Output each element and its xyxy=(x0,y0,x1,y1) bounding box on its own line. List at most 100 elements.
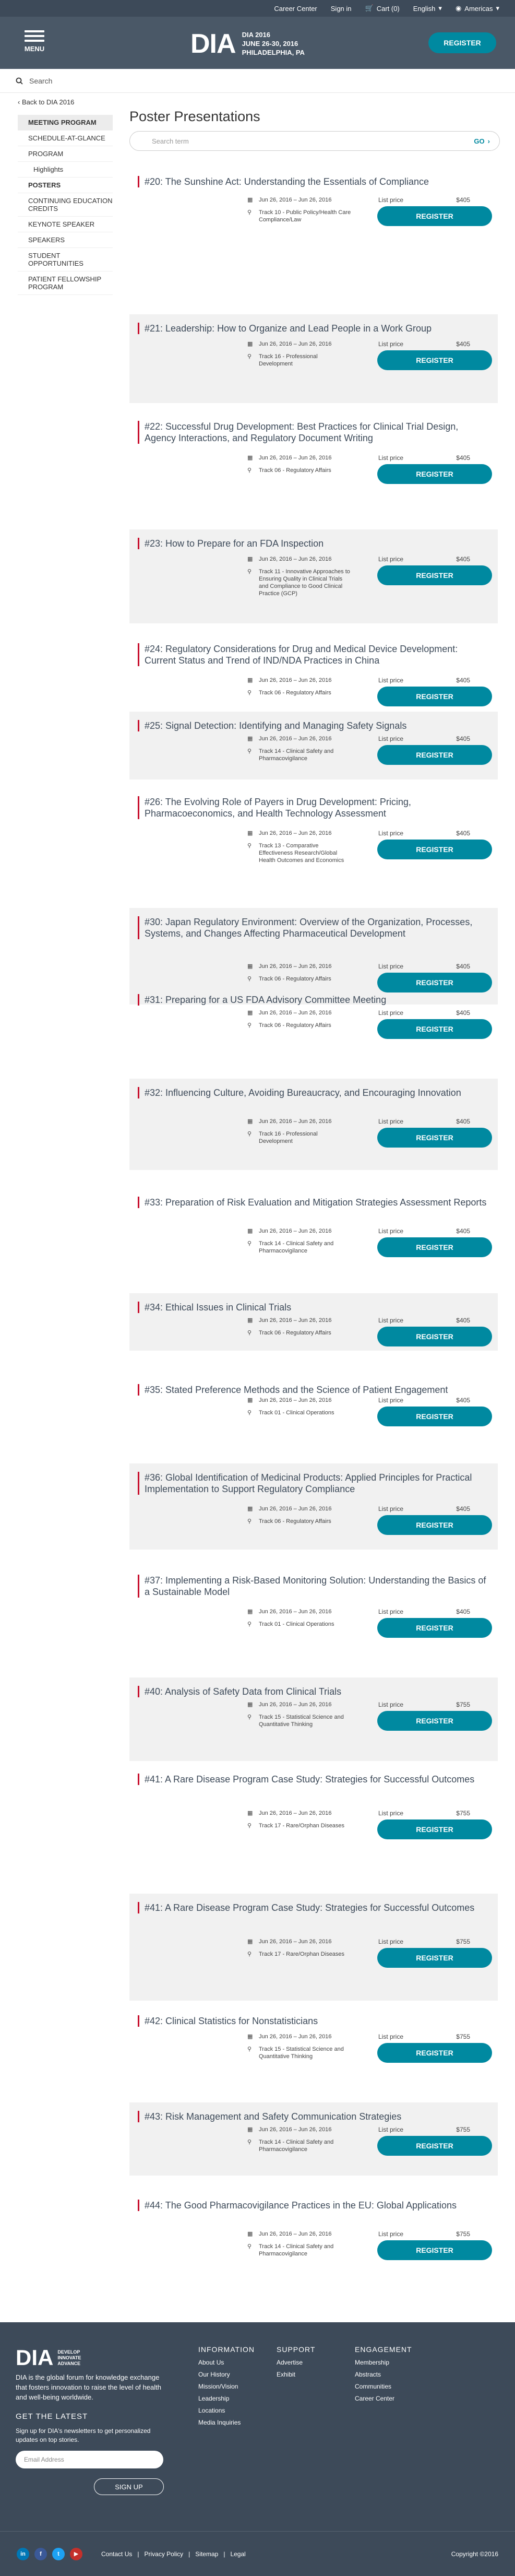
footer-link[interactable]: Mission/Vision xyxy=(198,2383,255,2390)
register-button[interactable]: REGISTER xyxy=(377,687,492,706)
sidebar-item[interactable]: STUDENT OPPORTUNITIES xyxy=(18,248,113,271)
poster-title[interactable]: #30: Japan Regulatory Environment: Overv… xyxy=(138,916,489,939)
back-link[interactable]: ‹ Back to DIA 2016 xyxy=(18,98,74,106)
poster-title[interactable]: #36: Global Identification of Medicinal … xyxy=(138,1472,489,1495)
calendar-icon: ▦ xyxy=(247,830,253,836)
sidebar-item[interactable]: PATIENT FELLOWSHIP PROGRAM xyxy=(18,271,113,295)
poster-title[interactable]: #41: A Rare Disease Program Case Study: … xyxy=(138,1774,489,1785)
poster-date: Jun 26, 2016 – Jun 26, 2016 xyxy=(259,1609,332,1615)
event-location: PHILADELPHIA, PA xyxy=(242,49,305,56)
footer-link[interactable]: Exhibit xyxy=(277,2371,315,2378)
poster-title[interactable]: #35: Stated Preference Methods and the S… xyxy=(138,1384,489,1396)
sign-up-button[interactable]: SIGN UP xyxy=(94,2478,164,2495)
footer-link[interactable]: Career Center xyxy=(355,2395,412,2402)
poster-title[interactable]: #33: Preparation of Risk Evaluation and … xyxy=(138,1197,489,1208)
register-button[interactable]: REGISTER xyxy=(377,840,492,859)
register-button[interactable]: REGISTER xyxy=(377,1128,492,1148)
footer-link[interactable]: Our History xyxy=(198,2371,255,2378)
footer-link[interactable]: Communities xyxy=(355,2383,412,2390)
register-button[interactable]: REGISTER xyxy=(377,1948,492,1968)
sidebar-item[interactable]: SCHEDULE-AT-GLANCE xyxy=(18,131,113,146)
register-button[interactable]: REGISTER xyxy=(377,2136,492,2156)
poster-title[interactable]: #31: Preparing for a US FDA Advisory Com… xyxy=(138,994,489,1006)
menu-button[interactable]: MENU xyxy=(19,30,50,53)
register-button[interactable]: REGISTER xyxy=(377,206,492,226)
sign-in-link[interactable]: Sign in xyxy=(331,5,352,13)
register-button[interactable]: REGISTER xyxy=(377,350,492,370)
footer-logo[interactable]: DIA DEVELOP INNOVATE ADVANCE xyxy=(16,2345,81,2370)
linkedin-icon[interactable]: in xyxy=(17,2547,29,2560)
cart-link[interactable]: 🛒 Cart (0) xyxy=(365,4,400,13)
go-button[interactable]: GO › xyxy=(474,137,490,145)
register-button[interactable]: REGISTER xyxy=(377,745,492,765)
sidebar-item[interactable]: POSTERS xyxy=(18,178,113,193)
sidebar-item[interactable]: PROGRAM xyxy=(18,146,113,162)
poster-track: Track 14 - Clinical Safety and Pharmacov… xyxy=(259,2139,334,2153)
register-button[interactable]: REGISTER xyxy=(377,2240,492,2260)
sidebar-item[interactable]: SPEAKERS xyxy=(18,232,113,248)
footer-bottom-link[interactable]: Contact Us xyxy=(101,2550,132,2558)
register-button[interactable]: REGISTER xyxy=(377,1711,492,1731)
header-register-button[interactable]: REGISTER xyxy=(428,32,496,53)
list-price-label: List price xyxy=(378,1608,404,1615)
register-button[interactable]: REGISTER xyxy=(377,464,492,484)
poster-title[interactable]: #44: The Good Pharmacovigilance Practice… xyxy=(138,2200,489,2211)
footer-link[interactable]: Leadership xyxy=(198,2395,255,2402)
chevron-down-icon: ▾ xyxy=(496,4,499,12)
footer-bottom-link[interactable]: Privacy Policy xyxy=(144,2550,183,2558)
search-input[interactable]: Search xyxy=(29,77,52,85)
sidebar-item[interactable]: CONTINUING EDUCATION CREDITS xyxy=(18,193,113,217)
register-button[interactable]: REGISTER xyxy=(377,1618,492,1638)
poster-title[interactable]: #43: Risk Management and Safety Communic… xyxy=(138,2111,489,2122)
event-logo[interactable]: DIA DIA 2016 JUNE 26-30, 2016 PHILADELPH… xyxy=(190,30,305,57)
site-search[interactable]: Search xyxy=(0,69,515,93)
poster-title[interactable]: #23: How to Prepare for an FDA Inspectio… xyxy=(138,538,489,549)
poster-card: #35: Stated Preference Methods and the S… xyxy=(129,1376,498,1441)
calendar-icon: ▦ xyxy=(247,2231,253,2237)
register-button[interactable]: REGISTER xyxy=(377,1819,492,1839)
youtube-icon[interactable]: ▶ xyxy=(70,2547,82,2560)
footer-link[interactable]: Advertise xyxy=(277,2359,315,2366)
register-button[interactable]: REGISTER xyxy=(377,1019,492,1039)
poster-search-input[interactable]: Search term xyxy=(152,137,189,145)
twitter-icon[interactable]: t xyxy=(52,2547,65,2560)
poster-title[interactable]: #22: Successful Drug Development: Best P… xyxy=(138,421,489,444)
register-button[interactable]: REGISTER xyxy=(377,565,492,585)
footer-bottom-link[interactable]: Sitemap xyxy=(195,2550,218,2558)
poster-search[interactable]: Search term GO › xyxy=(129,131,500,151)
poster-title[interactable]: #20: The Sunshine Act: Understanding the… xyxy=(138,176,489,187)
footer-link[interactable]: Membership xyxy=(355,2359,412,2366)
footer-link[interactable]: About Us xyxy=(198,2359,255,2366)
poster-title[interactable]: #42: Clinical Statistics for Nonstatisti… xyxy=(138,2015,489,2027)
email-field[interactable]: Email Address xyxy=(16,2451,163,2468)
language-select[interactable]: English ▾ xyxy=(413,4,442,13)
footer-link[interactable]: Locations xyxy=(198,2407,255,2414)
register-button[interactable]: REGISTER xyxy=(377,1407,492,1426)
register-button[interactable]: REGISTER xyxy=(377,1237,492,1257)
poster-date: Jun 26, 2016 – Jun 26, 2016 xyxy=(259,1010,332,1016)
sidebar-item[interactable]: KEYNOTE SPEAKER xyxy=(18,217,113,232)
sidebar-item[interactable]: Highlights xyxy=(18,162,113,178)
poster-track: Track 14 - Clinical Safety and Pharmacov… xyxy=(259,748,334,762)
sidebar-item[interactable]: MEETING PROGRAM xyxy=(18,115,113,131)
poster-title[interactable]: #41: A Rare Disease Program Case Study: … xyxy=(138,1902,489,1913)
register-button[interactable]: REGISTER xyxy=(377,1515,492,1535)
poster-title[interactable]: #25: Signal Detection: Identifying and M… xyxy=(138,720,489,731)
register-button[interactable]: REGISTER xyxy=(377,1327,492,1346)
career-center-link[interactable]: Career Center xyxy=(274,5,317,13)
poster-title[interactable]: #32: Influencing Culture, Avoiding Burea… xyxy=(138,1087,489,1098)
poster-title[interactable]: #40: Analysis of Safety Data from Clinic… xyxy=(138,1686,489,1697)
region-select[interactable]: ◉ Americas ▾ xyxy=(456,4,499,13)
poster-title[interactable]: #24: Regulatory Considerations for Drug … xyxy=(138,643,489,666)
register-button[interactable]: REGISTER xyxy=(377,2043,492,2063)
poster-title[interactable]: #21: Leadership: How to Organize and Lea… xyxy=(138,323,489,334)
poster-title[interactable]: #26: The Evolving Role of Payers in Drug… xyxy=(138,796,489,819)
facebook-icon[interactable]: f xyxy=(34,2547,47,2560)
footer-bottom-link[interactable]: Legal xyxy=(230,2550,245,2558)
poster-pricing: List price $405 REGISTER xyxy=(377,830,492,859)
footer-link[interactable]: Abstracts xyxy=(355,2371,412,2378)
poster-track: Track 16 - Professional Development xyxy=(259,1131,318,1144)
poster-title[interactable]: #37: Implementing a Risk-Based Monitorin… xyxy=(138,1575,489,1598)
poster-title[interactable]: #34: Ethical Issues in Clinical Trials xyxy=(138,1302,489,1313)
footer-link[interactable]: Media Inquiries xyxy=(198,2419,255,2426)
